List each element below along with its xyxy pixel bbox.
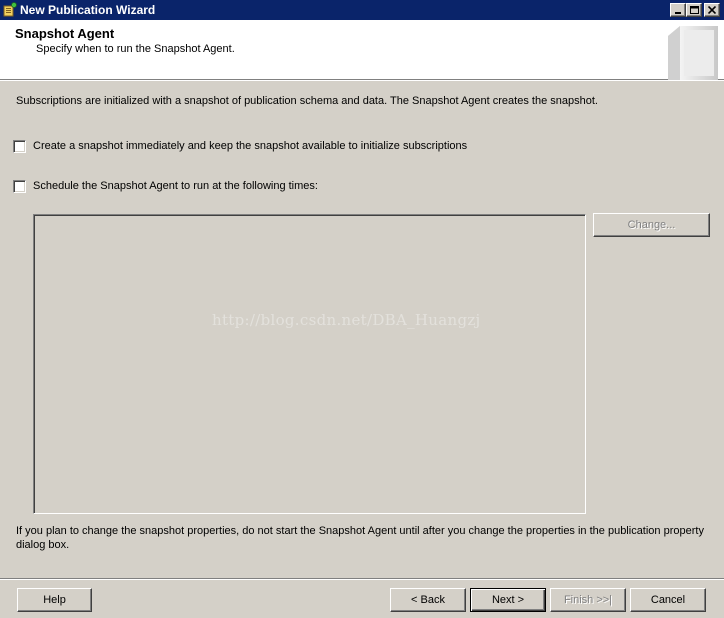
cancel-button[interactable]: Cancel (630, 588, 706, 612)
immediate-snapshot-label[interactable]: Create a snapshot immediately and keep t… (33, 140, 467, 153)
watermark-text: http://blog.csdn.net/DBA_Huangzj (212, 311, 481, 329)
wizard-icon (3, 2, 17, 17)
header-divider (0, 80, 724, 81)
snapshot-note: If you plan to change the snapshot prope… (16, 525, 704, 551)
page-subtitle: Specify when to run the Snapshot Agent. (36, 43, 235, 55)
wizard-window: New Publication Wizard Snapshot Agent Sp… (0, 0, 724, 618)
book-graphic-icon (660, 22, 722, 80)
footer-divider (0, 578, 724, 580)
minimize-button[interactable] (670, 3, 686, 17)
maximize-icon (689, 6, 699, 14)
minimize-icon (675, 12, 681, 14)
page-title: Snapshot Agent (15, 26, 115, 41)
wizard-header: Snapshot Agent Specify when to run the S… (0, 20, 724, 80)
change-schedule-button[interactable]: Change... (593, 213, 710, 237)
schedule-agent-label[interactable]: Schedule the Snapshot Agent to run at th… (33, 180, 318, 193)
help-button[interactable]: Help (17, 588, 92, 612)
title-bar[interactable]: New Publication Wizard (0, 0, 724, 20)
schedule-agent-checkbox[interactable] (13, 180, 26, 193)
close-button[interactable] (704, 3, 720, 17)
window-title: New Publication Wizard (20, 3, 156, 17)
page-description: Subscriptions are initialized with a sna… (16, 95, 598, 107)
next-button[interactable]: Next > (470, 588, 546, 612)
immediate-snapshot-checkbox[interactable] (13, 140, 26, 153)
back-button[interactable]: < Back (390, 588, 466, 612)
maximize-button[interactable] (686, 3, 702, 17)
close-icon (708, 6, 716, 14)
finish-button[interactable]: Finish >>| (550, 588, 626, 612)
schedule-text-box (33, 214, 586, 514)
